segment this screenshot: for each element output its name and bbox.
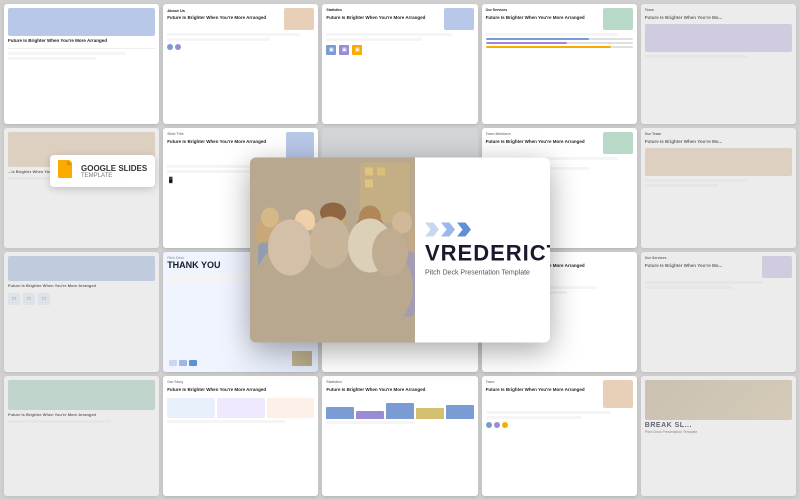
brand-subtitle: Pitch Deck Presentation Template <box>425 268 540 277</box>
slide-thumb-4[interactable]: Our Services Future Is Brighter When You… <box>482 4 637 124</box>
featured-slide: VREDERICT Pitch Deck Presentation Templa… <box>250 158 550 343</box>
slide-thumb-15[interactable]: Our Services Future Is Brighter When You… <box>641 252 796 372</box>
slide-thumb-11[interactable]: Future Is Brighter When You're More Arra… <box>4 252 159 372</box>
slide-thumb-19[interactable]: Team Future Is Brighter When You're More… <box>482 376 637 496</box>
slide-thumb-17[interactable]: Our Story Future Is Brighter When You're… <box>163 376 318 496</box>
featured-slide-content: VREDERICT Pitch Deck Presentation Templa… <box>415 158 550 343</box>
chevron-2 <box>441 222 455 236</box>
google-slides-icon <box>58 160 76 182</box>
chevron-1 <box>425 222 439 236</box>
chevron-3 <box>457 222 471 236</box>
slide-thumb-3[interactable]: Statistics Future Is Brighter When You'r… <box>322 4 477 124</box>
google-slides-badge: GOOGLE SLIDES TEMPLATE <box>50 155 155 187</box>
slide-thumb-20[interactable]: BREAK SL... Pitch Deck Presentation Temp… <box>641 376 796 496</box>
slide-thumb-16[interactable]: Future Is Brighter When You're More Arra… <box>4 376 159 496</box>
slide-thumb-2[interactable]: About Us Future Is Brighter When You're … <box>163 4 318 124</box>
slide-thumb-1[interactable]: Future Is Brighter When You're More Arra… <box>4 4 159 124</box>
brand-name: VREDERICT <box>425 242 540 264</box>
slide-thumb-10[interactable]: Our Team Future Is Brighter When You're … <box>641 128 796 248</box>
chevron-group <box>425 222 540 236</box>
slide-thumb-6[interactable]: ...is Brighter When You're More Arranged <box>4 128 159 248</box>
featured-slide-image <box>250 158 415 343</box>
slide-thumb-18[interactable]: Statistics Future Is Brighter When You'r… <box>322 376 477 496</box>
slide-thumb-5[interactable]: Team Future Is Brighter When You're Mo..… <box>641 4 796 124</box>
google-slides-label: GOOGLE SLIDES TEMPLATE <box>81 164 147 179</box>
